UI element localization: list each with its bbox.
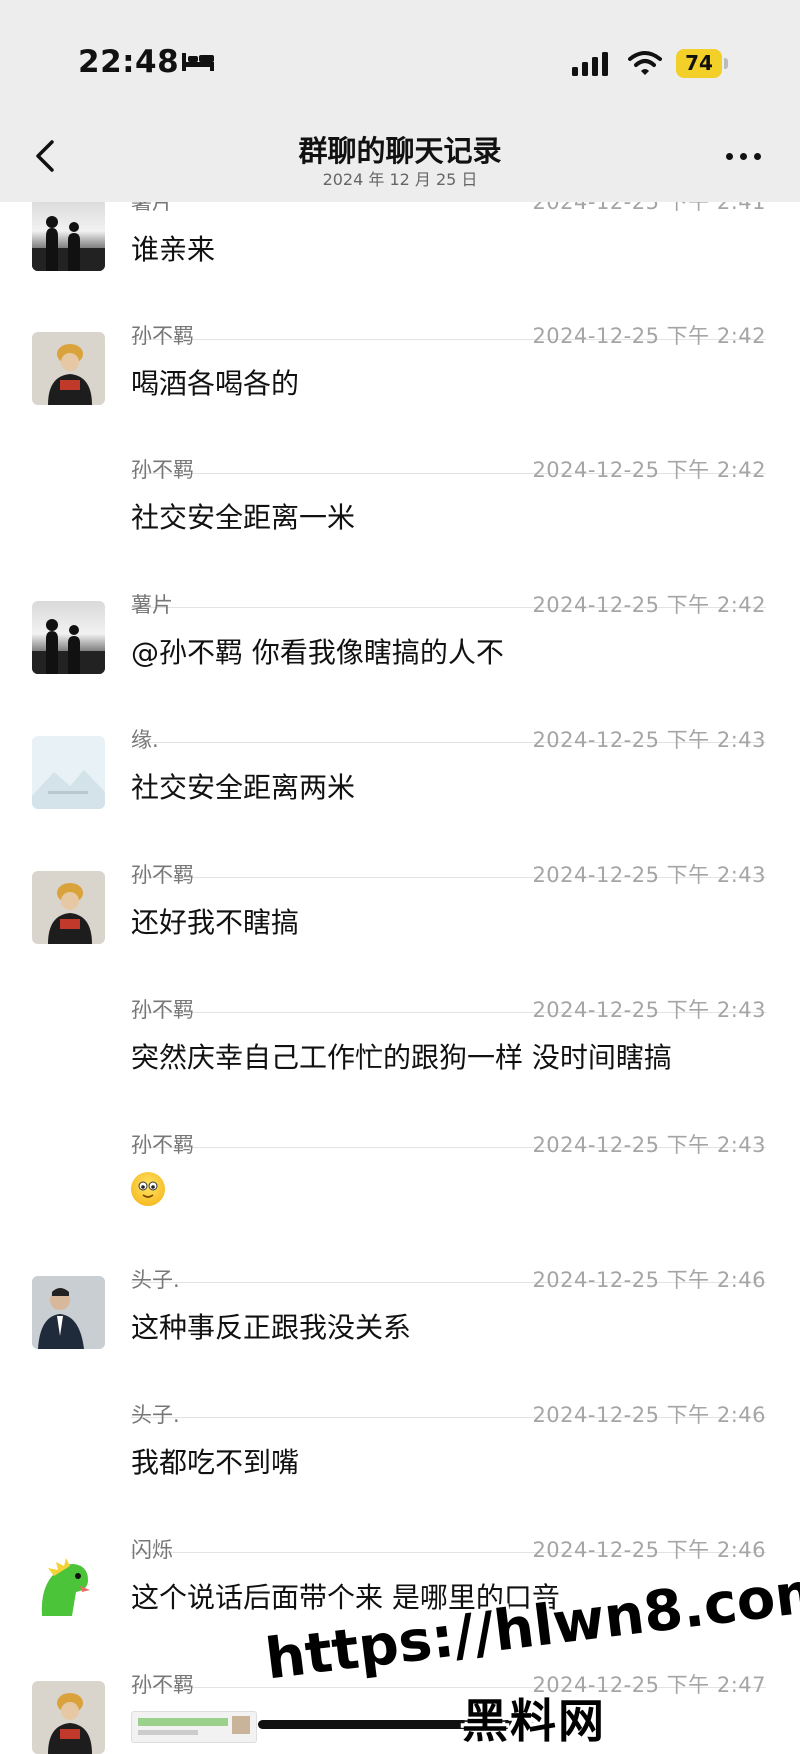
message-text[interactable]: 突然庆幸自己工作忙的跟狗一样 没时间瞎搞: [131, 1036, 672, 1076]
message-time: 2024-12-25 下午 2:46: [532, 1538, 766, 1562]
chat-image-thumbnail[interactable]: [131, 1711, 257, 1743]
message-time: 2024-12-25 下午 2:46: [532, 1268, 766, 1292]
message-text[interactable]: 这种事反正跟我没关系: [131, 1306, 411, 1346]
sender-name: 孙不羁: [131, 863, 194, 887]
smile-emoji-icon: [131, 1172, 165, 1206]
message-item[interactable]: 薯片 2024-12-25 下午 2:42 @孙不羁 你看我像瞎搞的人不: [0, 593, 800, 743]
message-item[interactable]: 缘. 2024-12-25 下午 2:43 社交安全距离两米: [0, 728, 800, 878]
avatar[interactable]: [32, 1681, 105, 1754]
message-text[interactable]: 社交安全距离一米: [131, 496, 355, 536]
message-item[interactable]: 孙不羁 2024-12-25 下午 2:43: [0, 1133, 800, 1283]
top-bar: 22:48 74 群聊的聊天记录 2024 年 12 月 25 日: [0, 0, 800, 202]
message-item[interactable]: 孙不羁 2024-12-25 下午 2:43 突然庆幸自己工作忙的跟狗一样 没时…: [0, 998, 800, 1148]
battery-tip: [724, 58, 728, 69]
avatar[interactable]: [32, 198, 105, 271]
message-text[interactable]: 喝酒各喝各的: [131, 362, 299, 402]
sender-name: 薯片: [131, 593, 173, 617]
sender-name: 缘.: [131, 728, 159, 752]
message-time: 2024-12-25 下午 2:46: [532, 1403, 766, 1427]
avatar[interactable]: [32, 601, 105, 674]
message-list: 薯片 2024-12-25 下午 2:41 谁亲来 孙不羁 2024-12-25…: [0, 0, 800, 1754]
watermark-name: 黑料网: [462, 1694, 606, 1748]
battery-icon: 74: [676, 49, 722, 78]
avatar[interactable]: [32, 736, 105, 809]
more-button[interactable]: [722, 142, 766, 170]
message-item[interactable]: 头子. 2024-12-25 下午 2:46 这种事反正跟我没关系: [0, 1268, 800, 1418]
message-time: 2024-12-25 下午 2:43: [532, 863, 766, 887]
message-item[interactable]: 孙不羁 2024-12-25 下午 2:43 还好我不瞎搞: [0, 863, 800, 1013]
page-subtitle: 2024 年 12 月 25 日: [322, 170, 478, 189]
message-time: 2024-12-25 下午 2:43: [532, 728, 766, 752]
message-text[interactable]: @孙不羁 你看我像瞎搞的人不: [131, 631, 504, 671]
sender-name: 头子.: [131, 1268, 180, 1292]
message-time: 2024-12-25 下午 2:42: [532, 324, 766, 348]
sender-name: 头子.: [131, 1403, 180, 1427]
sender-name: 闪烁: [131, 1538, 173, 1562]
page-title: 群聊的聊天记录: [298, 134, 502, 168]
wifi-icon: [628, 51, 662, 75]
signal-icon: [572, 52, 608, 76]
status-time: 22:48: [78, 44, 180, 80]
sender-name: 孙不羁: [131, 1133, 194, 1157]
avatar[interactable]: [32, 871, 105, 944]
message-time: 2024-12-25 下午 2:43: [532, 1133, 766, 1157]
sender-name: 孙不羁: [131, 458, 194, 482]
bed-icon: [182, 53, 214, 71]
message-time: 2024-12-25 下午 2:43: [532, 998, 766, 1022]
message-time: 2024-12-25 下午 2:42: [532, 593, 766, 617]
message-text[interactable]: 社交安全距离两米: [131, 766, 355, 806]
avatar[interactable]: [32, 332, 105, 405]
avatar[interactable]: [32, 1276, 105, 1349]
avatar[interactable]: [32, 1546, 105, 1619]
message-time: 2024-12-25 下午 2:42: [532, 458, 766, 482]
sender-name: 孙不羁: [131, 998, 194, 1022]
message-text[interactable]: 还好我不瞎搞: [131, 901, 299, 941]
sender-name: 孙不羁: [131, 324, 194, 348]
message-text[interactable]: 谁亲来: [131, 228, 215, 268]
message-item[interactable]: 孙不羁 2024-12-25 下午 2:47: [0, 1673, 800, 1754]
message-item[interactable]: 头子. 2024-12-25 下午 2:46 我都吃不到嘴: [0, 1403, 800, 1553]
message-emoji[interactable]: [131, 1171, 165, 1206]
sender-name: 孙不羁: [131, 1673, 194, 1697]
message-text[interactable]: 我都吃不到嘴: [131, 1441, 299, 1481]
message-item[interactable]: 孙不羁 2024-12-25 下午 2:42 社交安全距离一米: [0, 458, 800, 608]
